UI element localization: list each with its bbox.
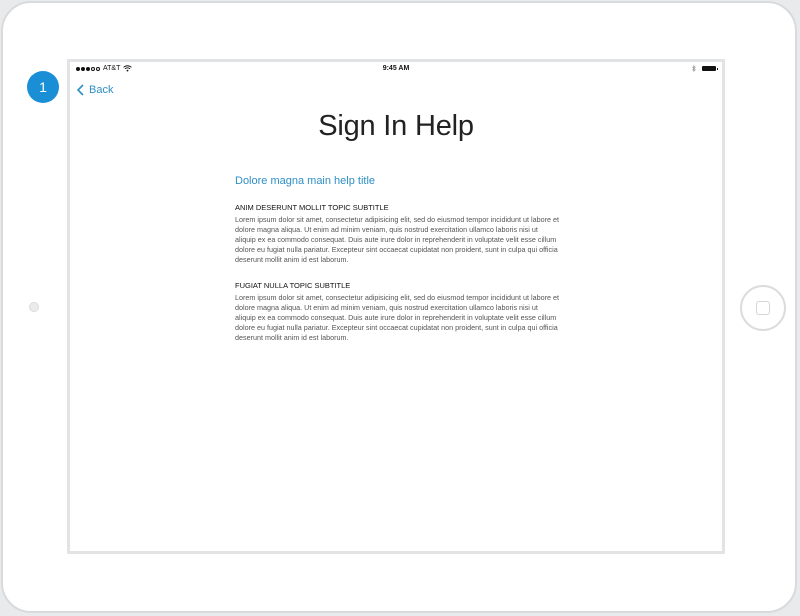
step-number-badge: 1 xyxy=(27,71,59,103)
battery-icon xyxy=(702,66,718,71)
home-button[interactable] xyxy=(740,285,786,331)
topic-body: Lorem ipsum dolor sit amet, consectetur … xyxy=(235,293,560,342)
status-right xyxy=(692,65,718,72)
page-title: Sign In Help xyxy=(318,110,474,142)
chevron-left-icon xyxy=(77,84,84,96)
status-bar: AT&T 9:45 AM xyxy=(70,62,722,76)
help-topic: FUGIAT NULLA TOPIC SUBTITLE Lorem ipsum … xyxy=(235,281,560,343)
back-button-label: Back xyxy=(89,84,114,96)
main-help-title: Dolore magna main help title xyxy=(235,175,376,187)
back-button[interactable]: Back xyxy=(77,84,113,96)
status-time: 9:45 AM xyxy=(382,65,410,72)
home-button-icon xyxy=(756,301,770,315)
topic-subtitle: FUGIAT NULLA TOPIC SUBTITLE xyxy=(235,281,351,290)
camera-icon xyxy=(29,302,39,312)
topic-subtitle: ANIM DESERUNT MOLLIT TOPIC SUBTITLE xyxy=(235,203,389,212)
help-topic: ANIM DESERUNT MOLLIT TOPIC SUBTITLE Lore… xyxy=(235,203,560,265)
app-screen: AT&T 9:45 AM Back Sign In Help Dolore ma… xyxy=(67,59,725,554)
help-content: Dolore magna main help title ANIM DESERU… xyxy=(235,175,560,359)
bluetooth-icon xyxy=(692,65,696,72)
topic-body: Lorem ipsum dolor sit amet, consectetur … xyxy=(235,215,560,264)
